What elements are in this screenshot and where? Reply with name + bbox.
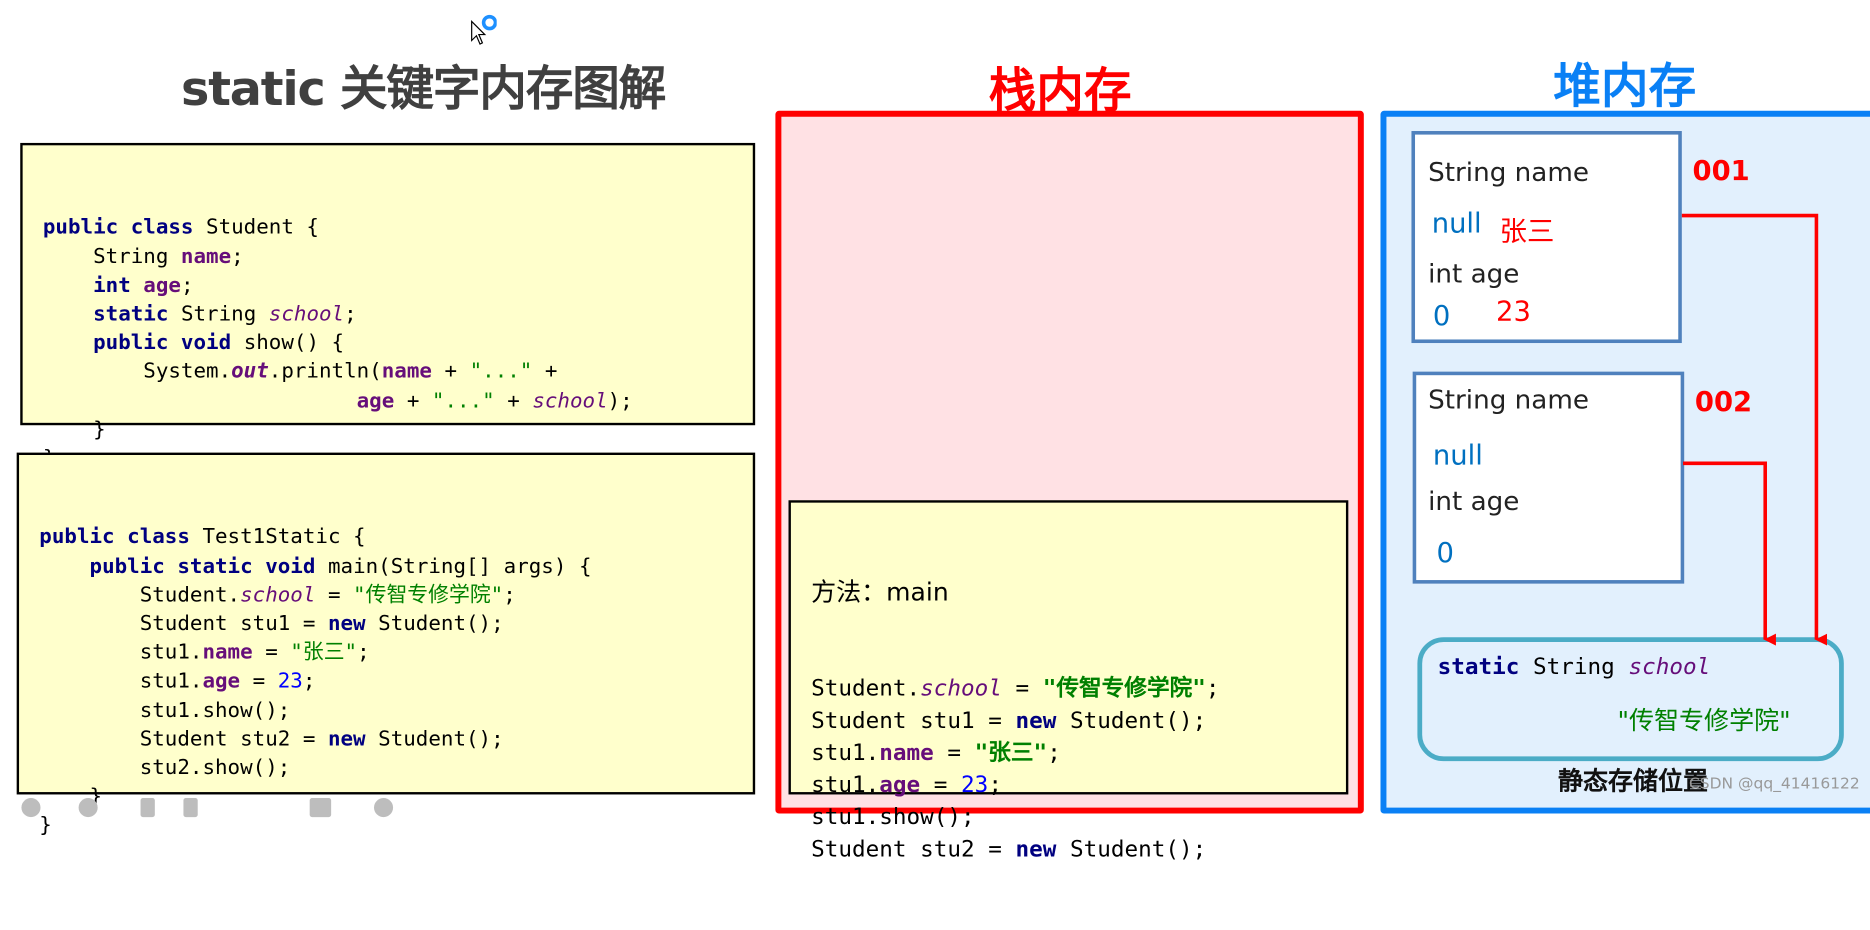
reference-arrows — [1681, 213, 1828, 646]
presentation-toolbar — [17, 796, 410, 818]
toolbar-next-icon[interactable] — [78, 798, 98, 818]
toolbar-zoom-icon[interactable] — [374, 798, 394, 818]
toolbar-menu-icon[interactable] — [309, 798, 332, 818]
toolbar-pen-icon[interactable] — [140, 798, 155, 818]
code-token: Student(); — [1056, 836, 1207, 863]
toolbar-prev-icon[interactable] — [21, 798, 41, 818]
code-token: new — [1015, 836, 1057, 863]
slide: static 关键字内存图解 栈内存 堆内存 public class Stud… — [0, 0, 1870, 862]
toolbar-highlighter-icon[interactable] — [183, 798, 198, 818]
code-token: } — [39, 814, 52, 838]
frame-code-line: Student stu2 = new Student(); — [811, 834, 1346, 866]
arrow-object-002-to-static — [1683, 461, 1776, 646]
code-token: Student stu2 = — [811, 836, 1016, 863]
frame-code-line: stu1.show(); — [811, 802, 1346, 834]
arrow-object-001-to-static — [1681, 213, 1828, 646]
code-token: stu1.show(); — [811, 803, 975, 831]
